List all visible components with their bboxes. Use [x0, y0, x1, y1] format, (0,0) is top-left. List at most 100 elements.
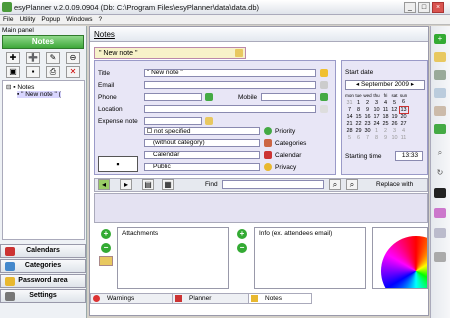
calendar-day[interactable]: 29	[354, 127, 363, 134]
calendar-day[interactable]: 3	[390, 127, 399, 134]
calendar-day[interactable]: 21	[345, 120, 354, 127]
calendar-select[interactable]: Calendar	[144, 151, 260, 159]
mobile-input[interactable]	[261, 93, 316, 101]
priority-select[interactable]: not specified	[144, 127, 260, 135]
find-input[interactable]	[222, 180, 324, 189]
category-select[interactable]: (without category)	[144, 139, 260, 147]
notes-section-button[interactable]: Notes	[2, 35, 84, 49]
calendar-day[interactable]: 5	[390, 99, 399, 106]
calendar-day[interactable]: 4	[399, 127, 408, 134]
calendar-day[interactable]: 17	[372, 113, 381, 120]
save-icon[interactable]: ▪	[26, 66, 40, 78]
right-note-icon[interactable]	[434, 106, 446, 116]
calendar-day[interactable]: 9	[363, 106, 372, 113]
calendar-day[interactable]: 4	[381, 99, 390, 106]
find-back-icon[interactable]: ◂	[98, 179, 110, 190]
open-icon[interactable]: ▣	[6, 66, 20, 78]
location-input[interactable]	[144, 105, 316, 113]
print-icon[interactable]: ⎙	[46, 66, 60, 78]
calendar-day[interactable]: 10	[372, 106, 381, 113]
tab-edit-icon[interactable]	[235, 49, 243, 57]
title-input[interactable]: " New note "	[144, 69, 316, 77]
color-picker[interactable]	[372, 227, 428, 289]
calendar-day[interactable]: 20	[399, 113, 408, 120]
tab-warnings[interactable]: Warnings	[90, 293, 176, 304]
calendar-day[interactable]: 12	[390, 106, 399, 113]
calendar-day[interactable]: 8	[372, 134, 381, 141]
minimize-button[interactable]: _	[404, 2, 416, 13]
expense-icon[interactable]	[205, 117, 213, 125]
right-camera-icon[interactable]	[434, 188, 446, 198]
menu-help[interactable]: ?	[96, 15, 106, 24]
calendar-day[interactable]: 23	[363, 120, 372, 127]
right-list-icon[interactable]	[434, 88, 446, 98]
note-tab[interactable]: " New note "	[94, 47, 246, 59]
calendar-day[interactable]: 6	[399, 99, 408, 106]
color-wheel[interactable]	[381, 236, 427, 288]
add-info-button[interactable]: +	[237, 229, 247, 239]
nav-password-area[interactable]: Password area	[0, 274, 86, 288]
month-selector[interactable]: ◂ September 2009 ▸	[345, 80, 425, 90]
phone-icon[interactable]	[205, 93, 213, 101]
privacy-select[interactable]: Public	[144, 163, 260, 171]
calendar-day[interactable]: 7	[363, 134, 372, 141]
calendar-day[interactable]: 19	[390, 113, 399, 120]
calendar-day[interactable]: 31	[345, 99, 354, 106]
calendar-day[interactable]: 1	[372, 127, 381, 134]
calendar-day[interactable]: 8	[354, 106, 363, 113]
email-icon[interactable]	[320, 81, 328, 89]
cancel-icon[interactable]: ✕	[66, 66, 80, 78]
nav-calendars[interactable]: Calendars	[0, 244, 86, 258]
nav-settings[interactable]: Settings	[0, 289, 86, 303]
calendar-day[interactable]: 26	[390, 120, 399, 127]
calendar-day[interactable]: 10	[390, 134, 399, 141]
maximize-button[interactable]: □	[418, 2, 430, 13]
calendar-day[interactable]: 6	[354, 134, 363, 141]
open-attachment-icon[interactable]	[99, 256, 113, 266]
new-note-icon[interactable]: ✚	[6, 52, 20, 64]
right-gray-icon[interactable]	[434, 252, 446, 262]
search-next-icon[interactable]: ⌕	[346, 179, 358, 190]
calendar-day[interactable]: 11	[399, 134, 408, 141]
remove-attachment-button[interactable]: −	[101, 243, 111, 253]
search-icon[interactable]: ⌕	[329, 179, 341, 190]
calendar-day[interactable]: 16	[363, 113, 372, 120]
right-add-icon[interactable]: +	[434, 34, 446, 44]
calendar-day[interactable]: 27	[399, 120, 408, 127]
tab-notes[interactable]: Notes	[248, 293, 312, 304]
title-edit-icon[interactable]	[320, 69, 328, 77]
menu-utility[interactable]: Utility	[16, 15, 38, 24]
menu-file[interactable]: File	[0, 15, 16, 24]
tab-planner[interactable]: Planner	[172, 293, 252, 304]
calendar-day[interactable]: 14	[345, 113, 354, 120]
email-input[interactable]	[144, 81, 316, 89]
calendar-day[interactable]: 11	[381, 106, 390, 113]
note-body-editor[interactable]	[94, 193, 428, 223]
calendar-day[interactable]: 5	[345, 134, 354, 141]
start-time-input[interactable]: 13:33	[395, 151, 423, 161]
right-edit-icon[interactable]	[434, 52, 446, 62]
calendar-day[interactable]: 25	[381, 120, 390, 127]
calendar-day[interactable]: 13	[398, 105, 409, 114]
calendar-day[interactable]: 2	[381, 127, 390, 134]
location-icon[interactable]	[320, 105, 328, 113]
save-note-button[interactable]: ▪	[98, 156, 138, 172]
calendar-day[interactable]: 2	[363, 99, 372, 106]
menu-popup[interactable]: Popup	[38, 15, 63, 24]
right-green-icon[interactable]	[434, 124, 446, 134]
menu-windows[interactable]: Windows	[63, 15, 95, 24]
mobile-icon[interactable]	[320, 93, 328, 101]
find-forward-icon[interactable]: ▸	[120, 179, 132, 190]
calendar-grid[interactable]: mon tue wed thu fri sat sun 31 1 2 3 4 5 6 7 8 9 10 11 12 13…	[345, 92, 409, 141]
expense-input[interactable]	[144, 117, 202, 125]
right-window-icon[interactable]	[434, 70, 446, 80]
image-icon[interactable]: ▦	[162, 179, 174, 190]
phone-input[interactable]	[144, 93, 202, 101]
calendar-day[interactable]: 9	[381, 134, 390, 141]
delete-icon[interactable]: ⊖	[66, 52, 80, 64]
calendar-day[interactable]: 7	[345, 106, 354, 113]
right-tool-icon[interactable]	[434, 228, 446, 238]
add-item-icon[interactable]: ➕	[26, 52, 40, 64]
attachments-panel[interactable]: Attachments	[117, 227, 229, 289]
add-attachment-button[interactable]: +	[101, 229, 111, 239]
